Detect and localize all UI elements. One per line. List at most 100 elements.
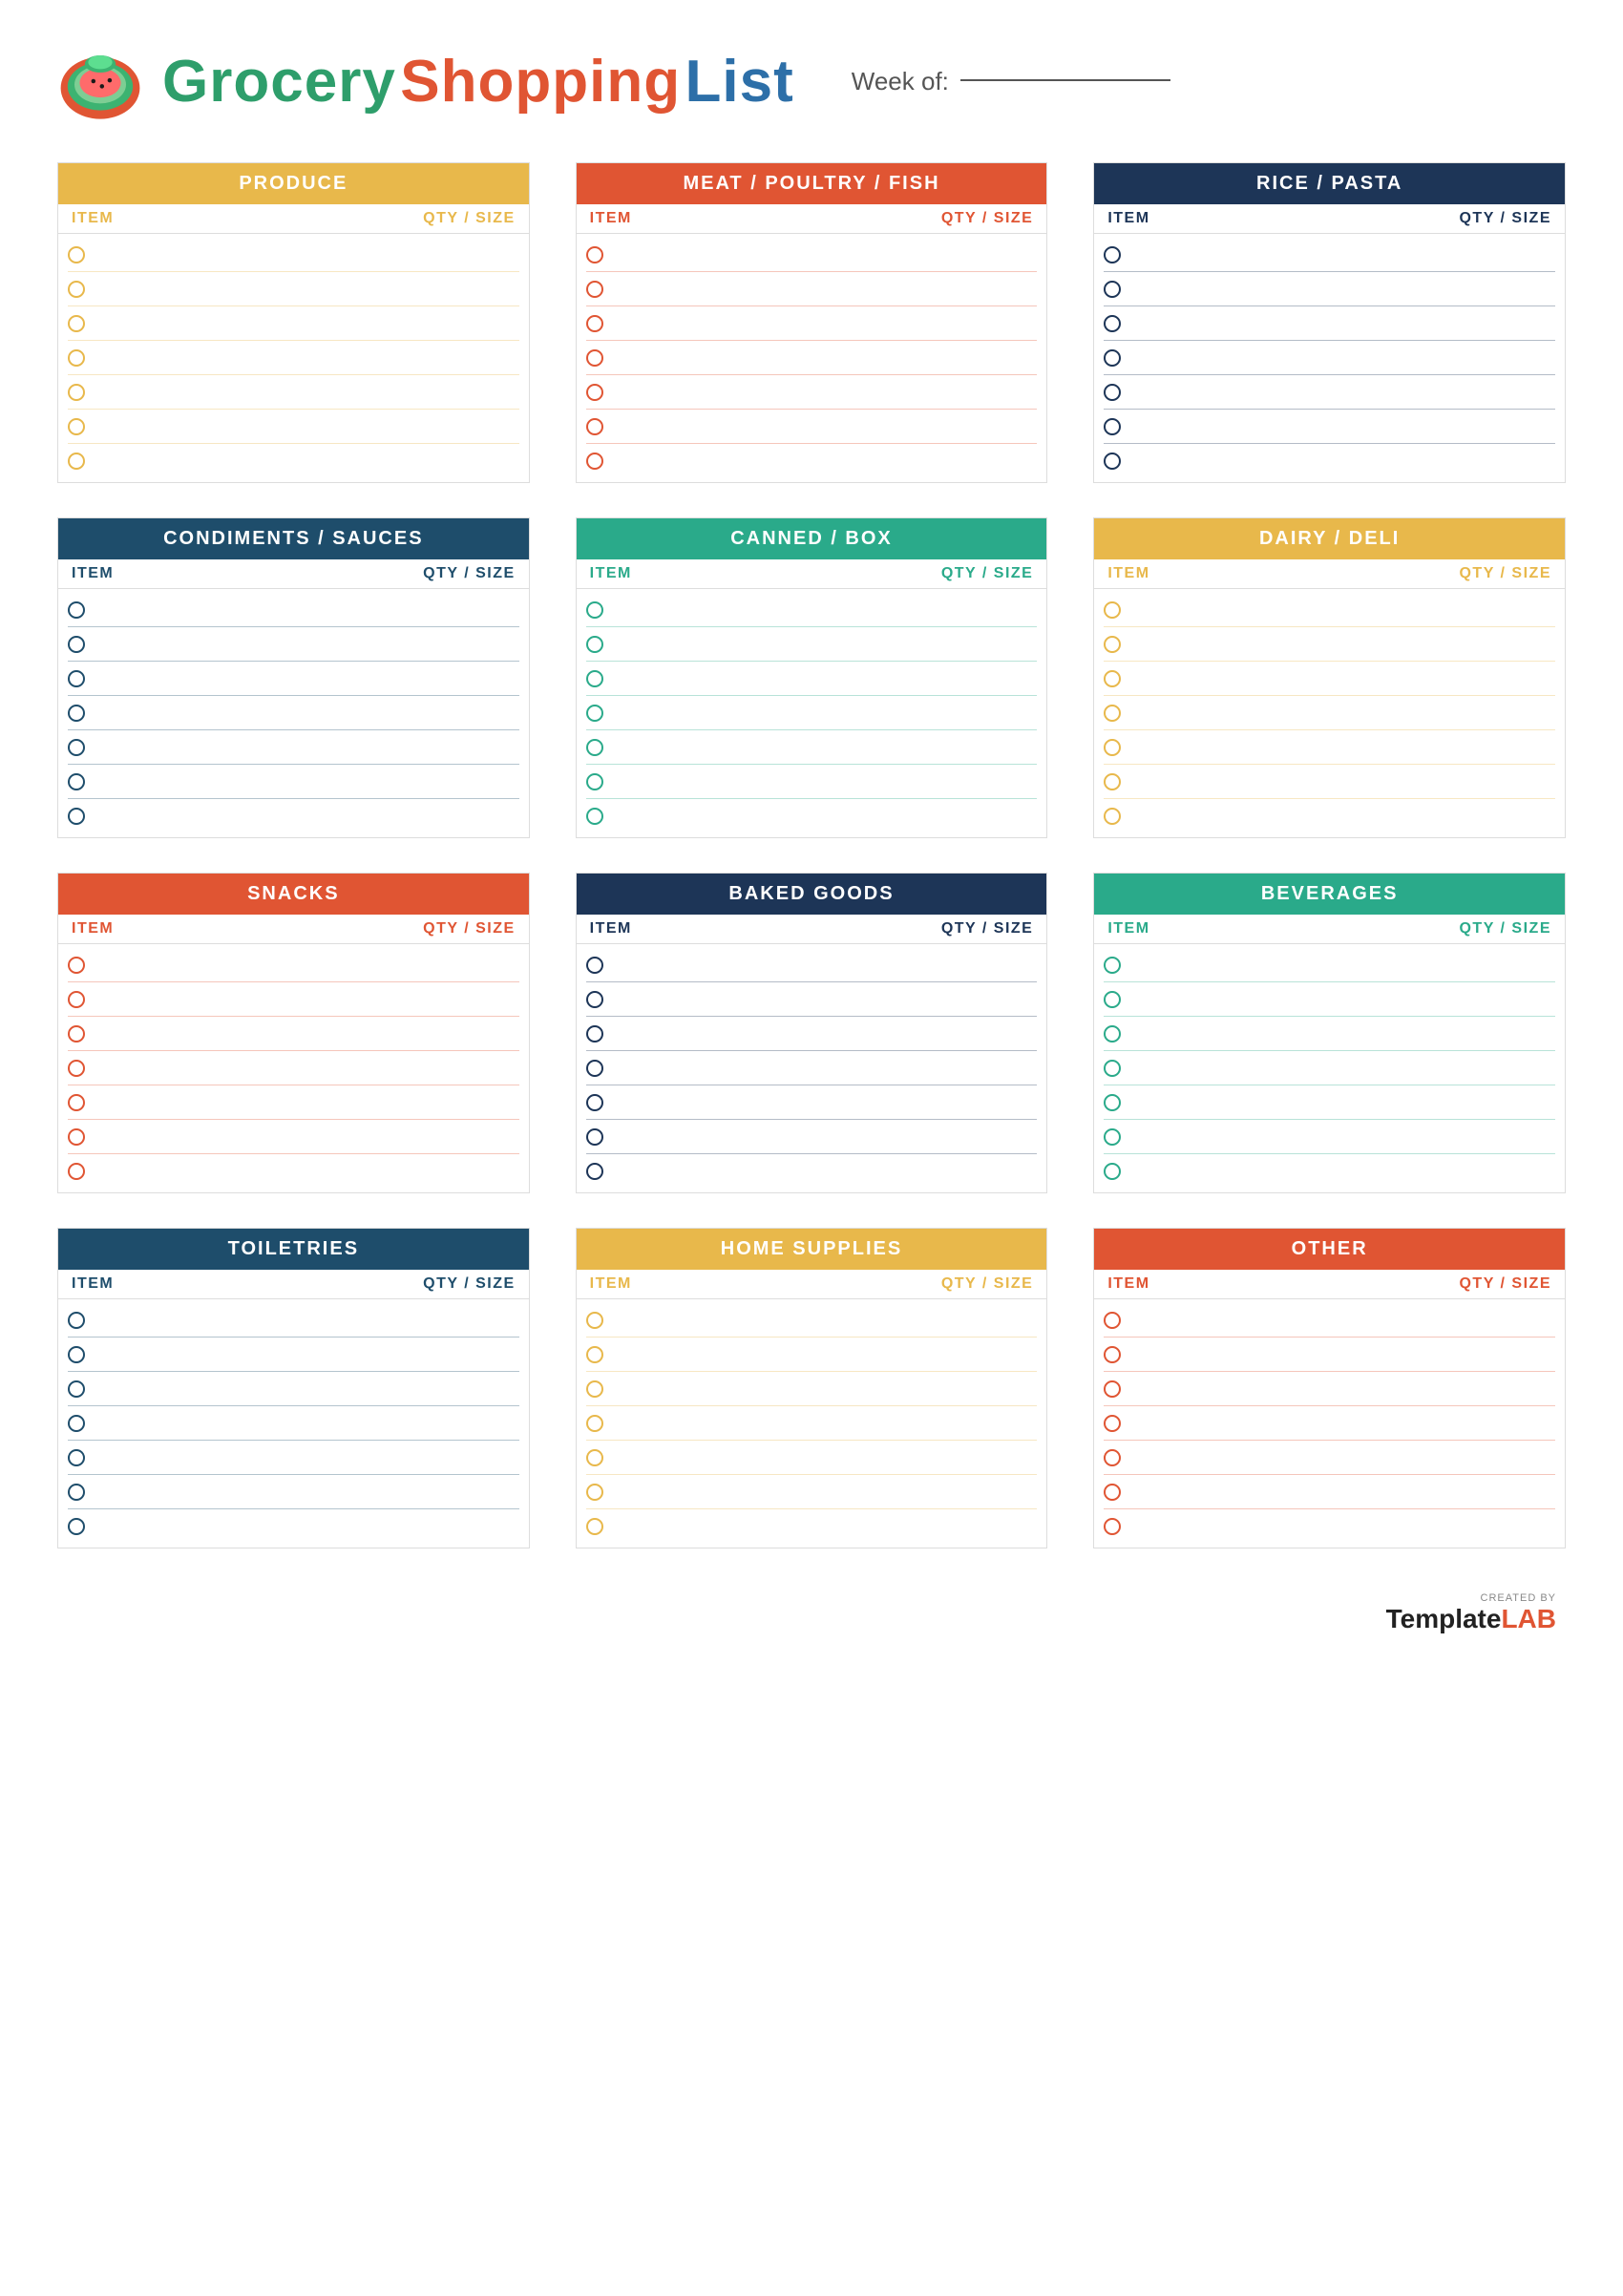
checkbox-circle[interactable] — [68, 1518, 85, 1535]
checkbox-circle[interactable] — [1104, 1094, 1121, 1111]
section-rows-rice — [1094, 234, 1565, 482]
checkbox-circle[interactable] — [586, 1484, 603, 1501]
checkbox-circle[interactable] — [68, 1415, 85, 1432]
column-qty-label: QTY / SIZE — [293, 565, 515, 582]
checkbox-circle[interactable] — [1104, 705, 1121, 722]
checkbox-circle[interactable] — [1104, 315, 1121, 332]
checkbox-circle[interactable] — [68, 991, 85, 1008]
checkbox-circle[interactable] — [586, 1312, 603, 1329]
checkbox-circle[interactable] — [1104, 808, 1121, 825]
checkbox-circle[interactable] — [586, 1518, 603, 1535]
checkbox-circle[interactable] — [68, 1128, 85, 1146]
checkbox-circle[interactable] — [1104, 991, 1121, 1008]
checkbox-circle[interactable] — [68, 1312, 85, 1329]
checkbox-circle[interactable] — [586, 246, 603, 263]
checkbox-circle[interactable] — [68, 1380, 85, 1398]
checkbox-circle[interactable] — [68, 1449, 85, 1466]
checkbox-circle[interactable] — [1104, 1060, 1121, 1077]
checkbox-circle[interactable] — [1104, 384, 1121, 401]
checkbox-circle[interactable] — [68, 418, 85, 435]
checkbox-circle[interactable] — [586, 808, 603, 825]
checkbox-circle[interactable] — [1104, 246, 1121, 263]
checkbox-circle[interactable] — [1104, 957, 1121, 974]
checkbox-circle[interactable] — [1104, 636, 1121, 653]
checkbox-circle[interactable] — [1104, 1025, 1121, 1043]
checkbox-circle[interactable] — [1104, 601, 1121, 619]
checkbox-circle[interactable] — [1104, 1346, 1121, 1363]
checkbox-circle[interactable] — [1104, 1163, 1121, 1180]
checkbox-circle[interactable] — [1104, 1518, 1121, 1535]
checkbox-circle[interactable] — [68, 349, 85, 367]
checkbox-circle[interactable] — [586, 739, 603, 756]
checkbox-circle[interactable] — [68, 1346, 85, 1363]
checkbox-circle[interactable] — [586, 705, 603, 722]
checkbox-circle[interactable] — [1104, 773, 1121, 790]
checkbox-circle[interactable] — [68, 957, 85, 974]
checkbox-circle[interactable] — [68, 601, 85, 619]
checkbox-circle[interactable] — [586, 1449, 603, 1466]
checkbox-circle[interactable] — [68, 1163, 85, 1180]
checkbox-circle[interactable] — [586, 384, 603, 401]
checkbox-circle[interactable] — [68, 1025, 85, 1043]
section-header-snacks: SNACKS — [58, 874, 529, 915]
checkbox-circle[interactable] — [68, 246, 85, 263]
checkbox-circle[interactable] — [586, 1415, 603, 1432]
section-produce: PRODUCEITEMQTY / SIZE — [57, 162, 530, 483]
checkbox-circle[interactable] — [68, 739, 85, 756]
checkbox-circle[interactable] — [68, 808, 85, 825]
checkbox-circle[interactable] — [586, 1094, 603, 1111]
checkbox-circle[interactable] — [586, 1346, 603, 1363]
checkbox-circle[interactable] — [586, 349, 603, 367]
checkbox-circle[interactable] — [68, 315, 85, 332]
checkbox-circle[interactable] — [68, 773, 85, 790]
checkbox-circle[interactable] — [68, 453, 85, 470]
checkbox-circle[interactable] — [586, 1025, 603, 1043]
checkbox-circle[interactable] — [68, 1060, 85, 1077]
table-row — [586, 1509, 1038, 1544]
checkbox-circle[interactable] — [1104, 1312, 1121, 1329]
checkbox-circle[interactable] — [1104, 453, 1121, 470]
checkbox-circle[interactable] — [1104, 1128, 1121, 1146]
checkbox-circle[interactable] — [586, 1163, 603, 1180]
checkbox-circle[interactable] — [586, 1380, 603, 1398]
column-item-label: ITEM — [1107, 1275, 1329, 1293]
checkbox-circle[interactable] — [586, 957, 603, 974]
table-row — [1104, 375, 1555, 410]
checkbox-circle[interactable] — [68, 1094, 85, 1111]
table-row — [1104, 1154, 1555, 1189]
checkbox-circle[interactable] — [586, 418, 603, 435]
checkbox-circle[interactable] — [68, 384, 85, 401]
table-row — [586, 1441, 1038, 1475]
section-header-condiments: CONDIMENTS / SAUCES — [58, 518, 529, 559]
checkbox-circle[interactable] — [68, 705, 85, 722]
section-header-dairy: DAIRY / DELI — [1094, 518, 1565, 559]
checkbox-circle[interactable] — [68, 670, 85, 687]
checkbox-circle[interactable] — [586, 1060, 603, 1077]
checkbox-circle[interactable] — [1104, 1449, 1121, 1466]
checkbox-circle[interactable] — [1104, 1380, 1121, 1398]
checkbox-circle[interactable] — [1104, 418, 1121, 435]
column-qty-label: QTY / SIZE — [812, 565, 1033, 582]
checkbox-circle[interactable] — [68, 1484, 85, 1501]
column-qty-label: QTY / SIZE — [293, 920, 515, 937]
checkbox-circle[interactable] — [68, 636, 85, 653]
checkbox-circle[interactable] — [1104, 1415, 1121, 1432]
checkbox-circle[interactable] — [586, 315, 603, 332]
table-row — [68, 982, 519, 1017]
checkbox-circle[interactable] — [68, 281, 85, 298]
checkbox-circle[interactable] — [1104, 739, 1121, 756]
checkbox-circle[interactable] — [1104, 349, 1121, 367]
watermelon-logo — [57, 38, 143, 124]
checkbox-circle[interactable] — [586, 636, 603, 653]
checkbox-circle[interactable] — [1104, 670, 1121, 687]
checkbox-circle[interactable] — [586, 991, 603, 1008]
brand-name: TemplateLAB — [1386, 1604, 1556, 1634]
checkbox-circle[interactable] — [1104, 1484, 1121, 1501]
checkbox-circle[interactable] — [586, 601, 603, 619]
checkbox-circle[interactable] — [586, 1128, 603, 1146]
checkbox-circle[interactable] — [586, 281, 603, 298]
checkbox-circle[interactable] — [1104, 281, 1121, 298]
checkbox-circle[interactable] — [586, 773, 603, 790]
checkbox-circle[interactable] — [586, 670, 603, 687]
checkbox-circle[interactable] — [586, 453, 603, 470]
